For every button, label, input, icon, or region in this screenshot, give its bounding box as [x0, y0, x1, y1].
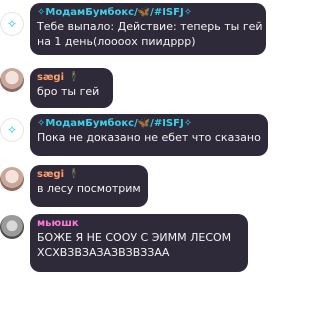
sender-name[interactable]: ✧МодамБумбокс/🦋/#ISFJ✧: [37, 117, 261, 130]
message-text-line-1: БОЖЕ Я НЕ СООУ С ЭИММ ЛЕСОМ: [37, 231, 232, 244]
message-text-line-2: на 1 день(лоооох пиидррр): [37, 35, 196, 48]
user-avatar[interactable]: [0, 68, 24, 92]
user-avatar[interactable]: [0, 167, 24, 191]
sparkle-icon: ✧: [6, 123, 18, 137]
user-avatar[interactable]: [0, 215, 24, 239]
message-text-line-2: ХСХВЗВЗАЗАЗВЗВЗЗАА: [37, 246, 170, 259]
message-text: в лесу посмотрим: [37, 182, 141, 195]
message-bubble[interactable]: sægi 🕴 в лесу посмотрим: [30, 165, 148, 207]
message-bubble[interactable]: sægi 🕴 бро ты гей: [30, 68, 113, 108]
message-text: бро ты гей: [37, 85, 100, 98]
sender-name[interactable]: мьюшк: [37, 217, 241, 230]
bot-avatar[interactable]: ✧: [0, 12, 24, 36]
message-bubble[interactable]: ✧МодамБумбокс/🦋/#ISFJ✧ Пока не доказано …: [30, 114, 268, 156]
sender-name[interactable]: sægi 🕴: [37, 71, 106, 84]
message-text-line-1: Тебе выпало: Действие: теперь ты гей: [37, 20, 263, 33]
bot-avatar[interactable]: ✧: [0, 118, 24, 142]
sender-name[interactable]: ✧МодамБумбокс/🦋/#ISFJ✧: [37, 6, 259, 19]
sparkle-icon: ✧: [6, 17, 18, 31]
message-bubble[interactable]: мьюшк БОЖЕ Я НЕ СООУ С ЭИММ ЛЕСОМ ХСХВЗВ…: [30, 214, 248, 272]
sender-name[interactable]: sægi 🕴: [37, 168, 141, 181]
message-text: Пока не доказано не ебет что сказано: [37, 131, 261, 144]
message-bubble[interactable]: ✧МодамБумбокс/🦋/#ISFJ✧ Тебе выпало: Дейс…: [30, 3, 266, 55]
